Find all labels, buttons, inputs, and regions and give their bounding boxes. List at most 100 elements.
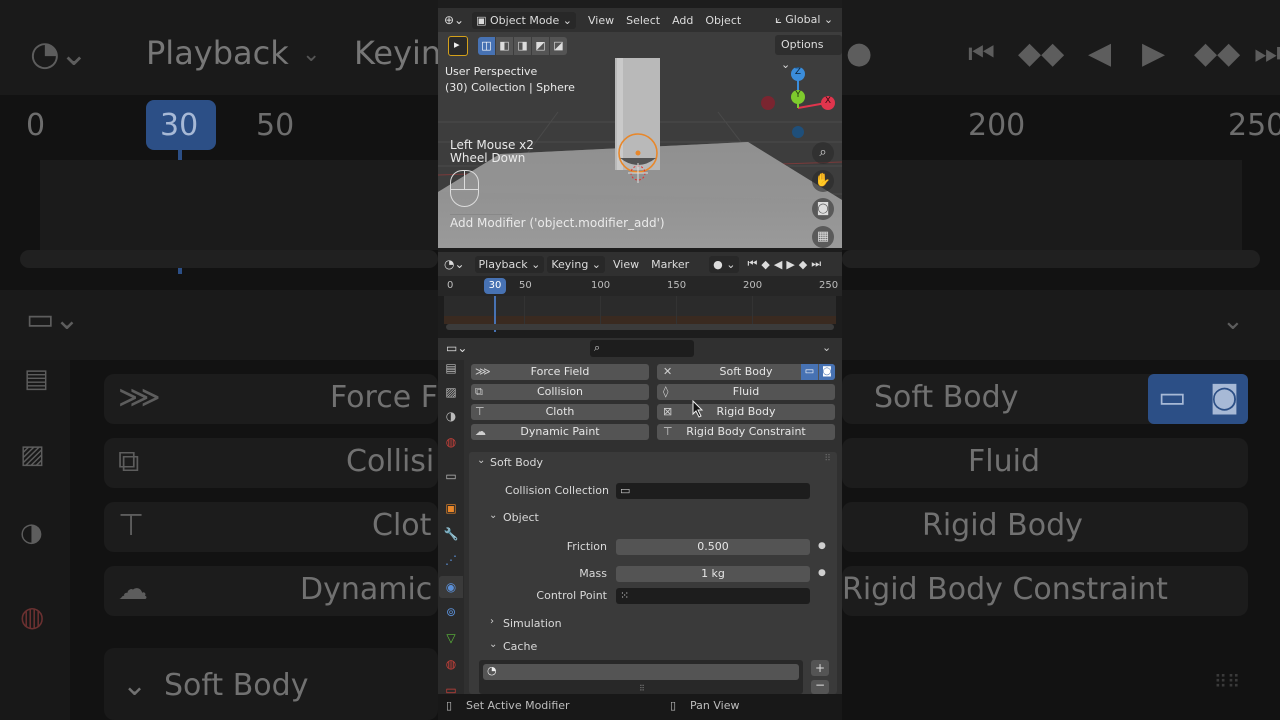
options-button[interactable]: Options ⌄ bbox=[775, 35, 842, 71]
menu-keying[interactable]: Keying ⌄ bbox=[547, 255, 606, 273]
rigid-body-constraint-button[interactable]: ⊤ Rigid Body Constraint bbox=[657, 424, 835, 440]
mode-selector[interactable]: ▣ Object Mode ⌄ bbox=[472, 11, 577, 29]
object-tab-icon[interactable]: ▣ bbox=[443, 500, 459, 516]
force-field-label: Force Field bbox=[530, 365, 590, 378]
cache-subpanel-header[interactable]: ⌄ Cache bbox=[469, 637, 837, 657]
keyframe-dot-icon[interactable]: ● bbox=[818, 568, 826, 578]
menu-select[interactable]: Select bbox=[620, 14, 666, 27]
soft-body-panel-header[interactable]: ⌄ Soft Body ⠿ bbox=[469, 452, 837, 474]
select-extend-icon[interactable]: ◧ bbox=[496, 37, 513, 55]
collision-label: Collision bbox=[536, 385, 584, 398]
viewport-toggle-icon[interactable]: ▭ bbox=[801, 364, 818, 380]
mass-field[interactable]: 1 kg bbox=[616, 566, 810, 582]
keyframe-dot-icon[interactable]: ● bbox=[818, 541, 826, 551]
cache-list[interactable]: ◔ ⠿ bbox=[479, 660, 803, 694]
camera-view-icon[interactable]: ◙ bbox=[812, 198, 834, 220]
select-tool-button[interactable]: ▸ bbox=[448, 36, 468, 56]
tick-label: 150 bbox=[667, 280, 687, 291]
play-reverse-icon[interactable]: ◀ bbox=[772, 258, 784, 271]
bg-reverse-icon: ◀ bbox=[1088, 36, 1112, 71]
material-tab-icon[interactable]: ◍ bbox=[443, 656, 459, 672]
next-keyframe-icon[interactable]: ◆ bbox=[797, 258, 809, 271]
input-display-line1: Left Mouse x2 bbox=[450, 138, 534, 152]
prev-keyframe-icon[interactable]: ◆ bbox=[759, 258, 771, 271]
bg-timeline-body bbox=[40, 160, 438, 250]
gizmo-z-label: Z bbox=[794, 67, 802, 77]
bg-editor-icon: ▭⌄ bbox=[26, 302, 80, 337]
add-cache-icon[interactable]: + bbox=[811, 660, 829, 676]
bg-jump-start-icon: ⏮ bbox=[968, 36, 995, 71]
physics-tab-icon[interactable]: ◉ bbox=[439, 576, 463, 598]
jump-end-icon[interactable]: ⏭ bbox=[809, 257, 823, 271]
menu-marker[interactable]: Marker bbox=[645, 258, 695, 271]
navigation-gizmo[interactable]: Z X Y bbox=[756, 62, 836, 142]
resize-handle-icon[interactable]: ⠿ bbox=[639, 684, 645, 693]
bg-scrollbar bbox=[20, 250, 438, 268]
rigid-body-button[interactable]: ⊠ Rigid Body bbox=[657, 404, 835, 420]
drag-handle-icon[interactable]: ⠿ bbox=[824, 454, 831, 464]
collision-collection-field[interactable]: ▭ bbox=[616, 483, 810, 499]
select-new-icon[interactable]: ◫ bbox=[478, 37, 495, 55]
menu-view[interactable]: View bbox=[582, 14, 620, 27]
menu-add[interactable]: Add bbox=[666, 14, 699, 27]
world-tab-icon[interactable]: ◍ bbox=[443, 434, 459, 450]
soft-body-button[interactable]: ✕ Soft Body ▭ ◙ bbox=[657, 364, 835, 380]
current-frame-indicator[interactable]: 30 bbox=[484, 278, 506, 294]
cloth-button[interactable]: ⊤ Cloth bbox=[471, 404, 649, 420]
bg-right-timeline bbox=[842, 160, 1242, 250]
soft-body-panel-title: Soft Body bbox=[490, 456, 543, 469]
collision-button[interactable]: ⧉ Collision bbox=[471, 384, 649, 400]
render-tab-icon[interactable]: ▤ bbox=[443, 360, 459, 376]
jump-start-icon[interactable]: ⏮ bbox=[745, 257, 759, 271]
hand-pan-icon[interactable]: ✋ bbox=[812, 170, 834, 192]
timeline-scrollbar[interactable] bbox=[446, 324, 834, 330]
editor-type-icon[interactable]: ⊕⌄ bbox=[438, 13, 470, 27]
simulation-subpanel-header[interactable]: › Simulation bbox=[469, 614, 837, 634]
timeline-body[interactable] bbox=[444, 296, 836, 332]
3d-viewport[interactable]: ▸ ◫ ◧ ◨ ◩ ◪ Options ⌄ User Perspective (… bbox=[438, 32, 842, 248]
bg-softbody-chevron-icon: ⌄ bbox=[122, 668, 148, 703]
menu-timeline-view[interactable]: View bbox=[607, 258, 645, 271]
view-perspective-label: User Perspective bbox=[445, 65, 538, 78]
remove-cache-icon[interactable]: − bbox=[811, 679, 829, 694]
dynamic-paint-button[interactable]: ☁ Dynamic Paint bbox=[471, 424, 649, 440]
bg-next-key-icon: ◆◆ bbox=[1194, 36, 1241, 71]
orientation-selector[interactable]: ⟀ Global ⌄ bbox=[769, 13, 839, 27]
properties-search-input[interactable]: ⌕ bbox=[590, 340, 694, 357]
blender-window: ⊕⌄ ▣ Object Mode ⌄ View Select Add Objec… bbox=[438, 0, 842, 720]
friction-field[interactable]: 0.500 bbox=[616, 539, 810, 555]
object-subpanel-header[interactable]: ⌄ Object bbox=[469, 508, 837, 528]
play-icon[interactable]: ▶ bbox=[784, 258, 796, 271]
record-button[interactable]: ● ⌄ bbox=[709, 255, 740, 273]
modifier-tab-icon[interactable]: 🔧 bbox=[443, 526, 459, 542]
force-field-button[interactable]: ⋙ Force Field bbox=[471, 364, 649, 380]
menu-object[interactable]: Object bbox=[699, 14, 747, 27]
select-subtract-icon[interactable]: ◨ bbox=[514, 37, 531, 55]
bg-frame-50: 50 bbox=[256, 108, 295, 143]
rigid-body-icon: ⊠ bbox=[663, 405, 673, 418]
output-tab-icon[interactable]: ▨ bbox=[443, 384, 459, 400]
fluid-button[interactable]: ◊ Fluid bbox=[657, 384, 835, 400]
chevron-down-icon[interactable]: ⌄ bbox=[822, 341, 831, 354]
constraints-tab-icon[interactable]: ⊚ bbox=[443, 604, 459, 620]
cache-list-item[interactable]: ◔ bbox=[483, 664, 799, 680]
bg-record-icon: ● bbox=[846, 36, 873, 71]
timeline-ruler[interactable]: 0 50 100 150 200 250 30 bbox=[438, 276, 842, 296]
control-point-field[interactable]: ⁙ bbox=[616, 588, 810, 604]
select-invert-icon[interactable]: ◩ bbox=[532, 37, 549, 55]
properties-editor-icon[interactable]: ▭⌄ bbox=[446, 341, 467, 355]
frame-range-strip bbox=[444, 316, 836, 324]
render-toggle-icon[interactable]: ◙ bbox=[819, 364, 835, 380]
chevron-down-icon: ⌄ bbox=[820, 13, 834, 26]
view-layer-tab-icon[interactable]: ◑ bbox=[443, 408, 459, 424]
collection-tab-icon[interactable]: ▭ bbox=[443, 468, 459, 484]
menu-playback[interactable]: Playback ⌄ bbox=[474, 255, 545, 273]
particles-tab-icon[interactable]: ⋰ bbox=[443, 552, 459, 568]
zoom-icon[interactable]: ⌕ bbox=[812, 142, 834, 164]
perspective-grid-icon[interactable]: ▦ bbox=[812, 226, 834, 248]
record-icon: ● bbox=[713, 257, 723, 271]
select-intersect-icon[interactable]: ◪ bbox=[550, 37, 567, 55]
bg-btn-fluid bbox=[842, 438, 1248, 488]
data-tab-icon[interactable]: ▽ bbox=[443, 630, 459, 646]
timeline-editor-icon[interactable]: ◔⌄ bbox=[438, 257, 471, 271]
